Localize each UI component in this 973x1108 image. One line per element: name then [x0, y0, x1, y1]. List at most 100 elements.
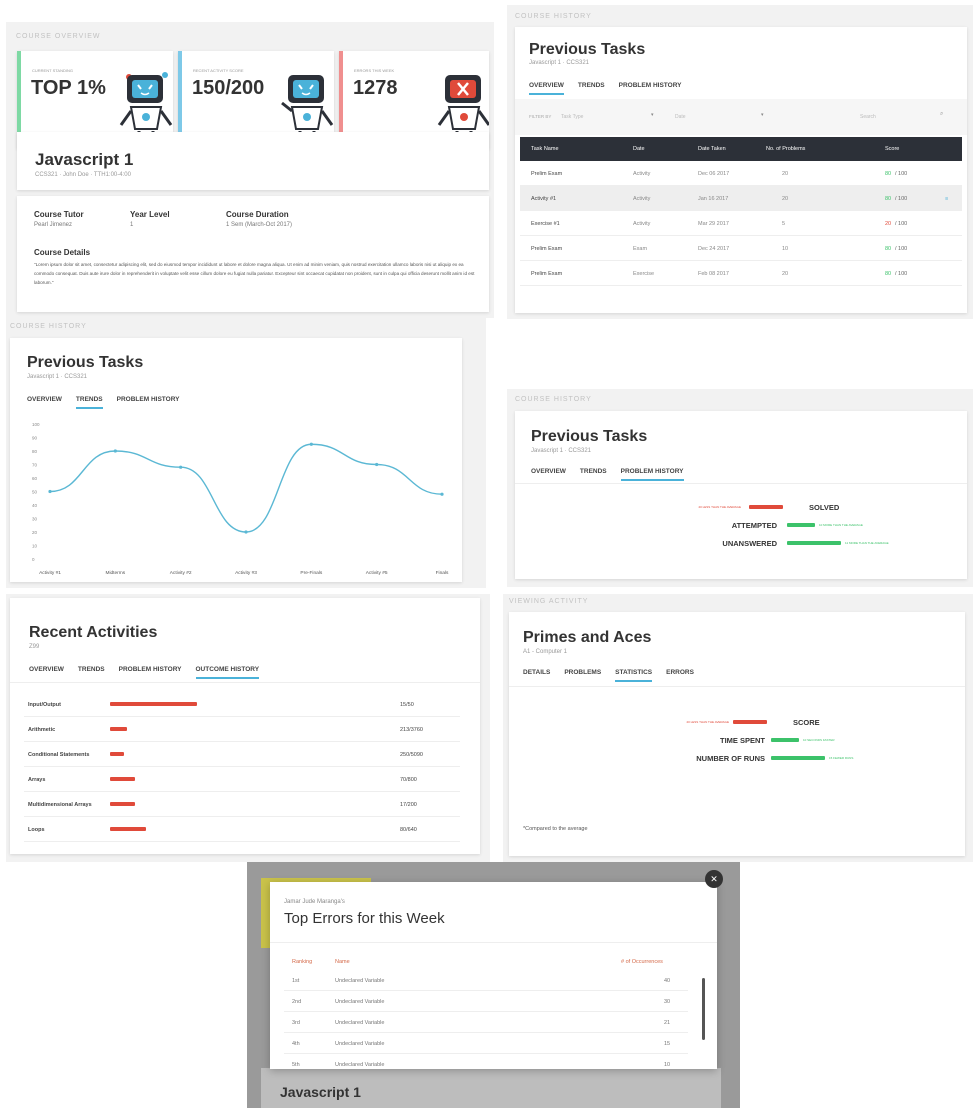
- y-tick-label: 80: [32, 449, 38, 454]
- task-date: Dec 24 2017: [698, 246, 730, 252]
- tab-bar: OVERVIEW TRENDS PROBLEM HISTORY: [27, 396, 180, 409]
- section-label: VIEWING ACTIVITY: [509, 598, 589, 605]
- tab-trends[interactable]: TRENDS: [78, 666, 105, 679]
- table-row[interactable]: Prelim Exam Activity Dec 06 2017 20 80/ 100: [520, 161, 962, 186]
- x-tick-label: Finals: [436, 570, 449, 576]
- chevron-down-icon[interactable]: ▾: [761, 112, 764, 118]
- background-title: Javascript 1: [280, 1084, 361, 1100]
- table-row[interactable]: Prelim Exam Exercise Feb 08 2017 20 80/ 100: [520, 261, 962, 286]
- outcome-row[interactable]: Conditional Statements 250/5090: [24, 742, 460, 767]
- errors-modal-overlay: Javascript 1 Jamar Jude Maranga's Top Er…: [247, 862, 740, 1108]
- task-problems: 20: [782, 271, 789, 277]
- task-date: Feb 08 2017: [698, 271, 729, 277]
- tutor-value: Pearl Jimenez: [34, 222, 73, 228]
- close-icon[interactable]: ✕: [705, 870, 723, 888]
- comparison-note: 20 LESS THAN THE AVERAGE: [686, 720, 729, 724]
- error-count: 15: [664, 1041, 671, 1047]
- task-score: 80: [885, 271, 892, 277]
- page-title: Previous Tasks: [27, 354, 144, 371]
- tab-overview[interactable]: OVERVIEW: [531, 468, 566, 481]
- error-row[interactable]: 3rd Undeclared Variable 21: [284, 1012, 688, 1033]
- page-subtitle: A1 - Computer 1: [523, 649, 568, 655]
- outcome-value: 213/3760: [400, 727, 423, 733]
- task-score: 20: [885, 221, 892, 227]
- error-row[interactable]: 4th Undeclared Variable 15: [284, 1033, 688, 1054]
- col-header[interactable]: No. of Problems: [766, 146, 805, 152]
- row-menu-icon[interactable]: ≡: [945, 196, 948, 202]
- course-overview-panel: COURSE OVERVIEW CURRENT STANDING TOP 1% …: [6, 22, 494, 318]
- outcome-value: 70/800: [400, 777, 417, 783]
- task-type-select[interactable]: Task Type: [561, 114, 583, 120]
- tab-overview[interactable]: OVERVIEW: [29, 666, 64, 679]
- scrollbar[interactable]: [702, 978, 705, 1040]
- chevron-down-icon[interactable]: ▾: [651, 112, 654, 118]
- table-row[interactable]: Exercise #1 Activity Mar 29 2017 5 20/ 100: [520, 211, 962, 236]
- col-header[interactable]: Score: [885, 146, 899, 152]
- tab-divider: [515, 483, 967, 484]
- data-point[interactable]: [113, 449, 117, 453]
- date-select[interactable]: Date: [675, 114, 686, 120]
- error-row[interactable]: 5th Undeclared Variable 10: [284, 1054, 688, 1069]
- y-tick-label: 60: [32, 476, 38, 481]
- task-date: Mar 29 2017: [698, 221, 729, 227]
- recent-activities-card: Recent Activities Z99 OVERVIEW TRENDS PR…: [10, 598, 480, 854]
- comparison-note: 20 LESS THAN THE AVERAGE: [698, 505, 741, 509]
- tab-problem-history[interactable]: PROBLEM HISTORY: [119, 666, 182, 679]
- outcome-row[interactable]: Loops 80/640: [24, 817, 460, 842]
- outcome-bar: [110, 827, 147, 831]
- search-input[interactable]: Search: [860, 114, 876, 120]
- col-header[interactable]: Date Taken: [698, 146, 726, 152]
- outcome-name: Arrays: [28, 777, 46, 783]
- task-type: Exercise: [633, 271, 655, 277]
- tab-trends[interactable]: TRENDS: [75, 396, 103, 409]
- page-subtitle: Javascript 1 · CCS321: [529, 60, 590, 66]
- task-score-total: / 100: [895, 246, 908, 252]
- tab-trends[interactable]: TRENDS: [580, 468, 607, 481]
- task-score-total: / 100: [895, 196, 908, 202]
- error-row[interactable]: 1st Undeclared Variable 40: [284, 970, 688, 991]
- data-point[interactable]: [48, 489, 52, 494]
- tab-problem-history[interactable]: PROBLEM HISTORY: [619, 82, 682, 95]
- col-header[interactable]: Date: [633, 146, 645, 152]
- outcome-row[interactable]: Input/Output 15/50: [24, 692, 460, 717]
- data-point[interactable]: [309, 442, 313, 446]
- outcome-row[interactable]: Arrays 70/800: [24, 767, 460, 792]
- tab-details[interactable]: DETAILS: [523, 669, 550, 682]
- tab-statistics[interactable]: STATISTICS: [615, 669, 653, 682]
- data-point[interactable]: [440, 492, 444, 496]
- data-point[interactable]: [244, 530, 248, 534]
- data-point[interactable]: [179, 465, 183, 469]
- task-name: Prelim Exam: [531, 271, 563, 277]
- outcome-name: Arithmetic: [28, 727, 56, 733]
- comparison-list: SOLVED 20 LESS THAN THE AVERAGE ATTEMPTED 1…: [515, 503, 967, 563]
- outcome-row[interactable]: Arithmetic 213/3760: [24, 717, 460, 742]
- table-row[interactable]: Prelim Exam Exam Dec 24 2017 10 80/ 100: [520, 236, 962, 261]
- data-point[interactable]: [375, 462, 379, 467]
- task-score: 80: [885, 246, 892, 252]
- below-average-bar: [749, 505, 783, 509]
- outcome-row[interactable]: Multidimensional Arrays 17/200: [24, 792, 460, 817]
- table-row[interactable]: Activity #1 Activity Jan 16 2017 20 80/ 100 ≡: [520, 186, 962, 211]
- outcome-name: Multidimensional Arrays: [28, 802, 92, 808]
- tab-problem-history[interactable]: PROBLEM HISTORY: [117, 396, 180, 409]
- course-details-card: Course Tutor Pearl Jimenez Year Level 1 …: [17, 196, 489, 312]
- trend-line-chart: 1009080706050403020100Activity #1 Midterm…: [32, 422, 449, 576]
- comparison-note: 10 SECONDS FASTER: [803, 738, 835, 742]
- y-tick-label: 40: [32, 503, 38, 508]
- y-tick-label: 70: [32, 463, 38, 468]
- section-label: COURSE HISTORY: [515, 13, 592, 20]
- tab-errors[interactable]: ERRORS: [666, 669, 694, 682]
- tab-outcome-history[interactable]: OUTCOME HISTORY: [195, 666, 260, 679]
- error-row[interactable]: 2nd Undeclared Variable 30: [284, 991, 688, 1012]
- y-tick-label: 10: [32, 544, 38, 549]
- tab-problems[interactable]: PROBLEMS: [564, 669, 601, 682]
- section-label: COURSE HISTORY: [515, 396, 592, 403]
- tab-overview[interactable]: OVERVIEW: [27, 396, 62, 409]
- tab-overview[interactable]: OVERVIEW: [529, 82, 564, 95]
- error-name: Undeclared Variable: [335, 1020, 385, 1026]
- y-tick-label: 30: [32, 517, 38, 522]
- tab-problem-history[interactable]: PROBLEM HISTORY: [620, 468, 684, 481]
- search-icon[interactable]: ⌕: [940, 111, 943, 118]
- col-header[interactable]: Task Name: [531, 146, 559, 152]
- tab-trends[interactable]: TRENDS: [578, 82, 605, 95]
